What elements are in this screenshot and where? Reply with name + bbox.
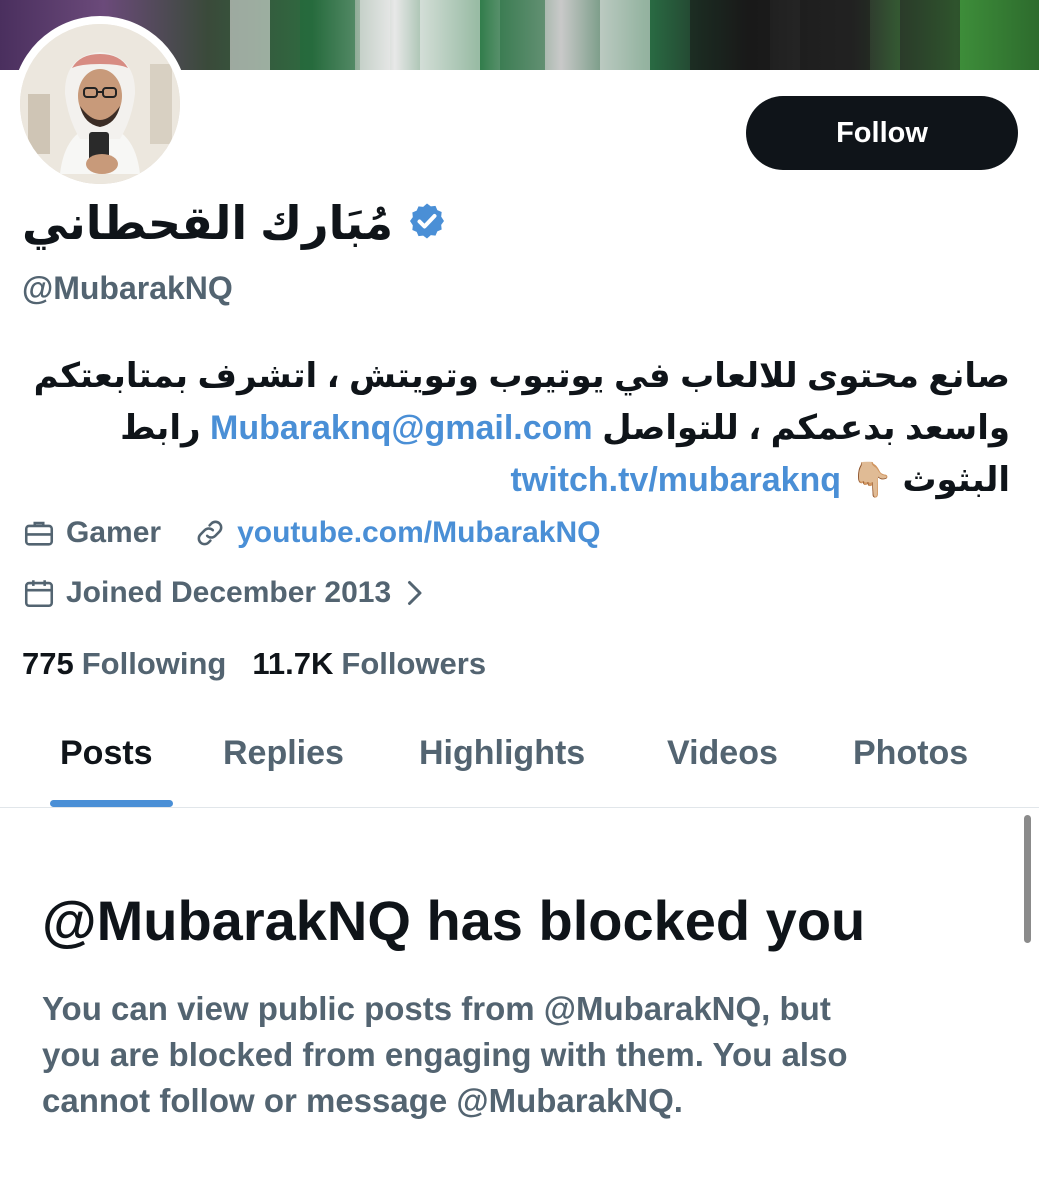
website-item[interactable]: youtube.com/MubarakNQ <box>193 516 600 550</box>
link-icon <box>197 520 223 546</box>
blocked-desc-line: cannot follow or message @MubarakNQ. <box>42 1082 683 1119</box>
name-row: مُبَارك القحطاني <box>22 196 447 250</box>
profile-tabs: Posts Replies Highlights Videos Photos <box>0 718 1039 808</box>
following-label: Following <box>81 646 227 681</box>
bio-line-2: واسعد بدعمكم ، للتواصل Mubaraknq@gmail.c… <box>20 402 1010 454</box>
tab-replies[interactable]: Replies <box>223 734 344 773</box>
joined-row[interactable]: Joined December 2013 <box>22 576 435 610</box>
email-link[interactable]: Mubaraknq@gmail.com <box>210 409 593 447</box>
display-name: مُبَارك القحطاني <box>22 197 394 249</box>
briefcase-icon <box>24 521 54 546</box>
avatar-photo <box>20 24 180 184</box>
followers-stat[interactable]: 11.7K Followers <box>252 646 486 682</box>
twitch-link[interactable]: twitch.tv/mubaraknq <box>510 461 841 499</box>
follow-stats: 775 Following 11.7K Followers <box>22 646 512 682</box>
bio-text: واسعد بدعمكم ، للتواصل <box>602 409 1010 447</box>
following-stat[interactable]: 775 Following <box>22 646 226 682</box>
tab-highlights[interactable]: Highlights <box>419 734 585 773</box>
scrollbar[interactable] <box>1024 815 1031 943</box>
category-label: Gamer <box>66 516 162 549</box>
joined-date: Joined December 2013 <box>66 576 392 609</box>
following-count: 775 <box>22 646 74 681</box>
tab-posts[interactable]: Posts <box>60 734 153 773</box>
chevron-right-icon <box>408 581 422 605</box>
profile-handle: @MubarakNQ <box>22 270 233 306</box>
bio-line-1: صانع محتوى للالعاب في يوتيوب وتويتش ، ات… <box>33 357 1010 395</box>
blocked-desc-line: You can view public posts from @MubarakN… <box>42 990 831 1027</box>
bio-text: رابط <box>120 409 201 447</box>
profile-avatar[interactable] <box>12 16 188 192</box>
blocked-title: @MubarakNQ has blocked you <box>42 889 866 952</box>
tab-photos[interactable]: Photos <box>853 734 968 773</box>
website-link[interactable]: youtube.com/MubarakNQ <box>237 516 600 550</box>
profile-meta-row: Gamer youtube.com/MubarakNQ <box>22 516 632 550</box>
followers-label: Followers <box>341 646 487 681</box>
calendar-icon <box>24 580 54 608</box>
blocked-desc-line: you are blocked from engaging with them.… <box>42 1036 848 1073</box>
tab-videos[interactable]: Videos <box>667 734 778 773</box>
active-tab-indicator <box>50 800 173 807</box>
profile-page: Follow مُبَارك القحطاني @MubarakNQ صانع … <box>0 0 1039 1200</box>
avatar-illustration <box>20 24 180 184</box>
category-item: Gamer <box>22 516 161 550</box>
followers-count: 11.7K <box>252 646 334 681</box>
blocked-description: You can view public posts from @MubarakN… <box>42 986 1002 1124</box>
follow-button[interactable]: Follow <box>746 96 1018 170</box>
bio-text: البثوث <box>902 461 1010 499</box>
pointing-down-emoji-icon: 👇🏼 <box>850 461 893 499</box>
bio-line-3: البثوث 👇🏼 twitch.tv/mubaraknq <box>20 454 1010 506</box>
profile-bio: صانع محتوى للالعاب في يوتيوب وتويتش ، ات… <box>20 350 1010 506</box>
verified-badge-icon[interactable] <box>407 201 447 246</box>
